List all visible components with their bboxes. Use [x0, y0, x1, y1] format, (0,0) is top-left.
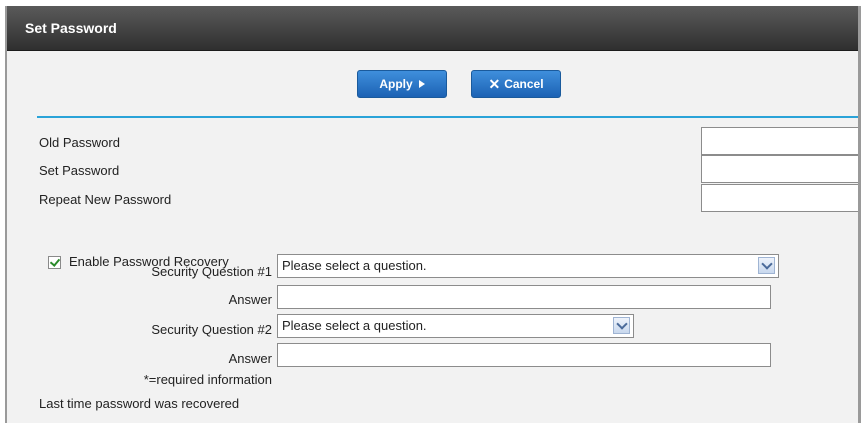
- answer1-field[interactable]: [277, 285, 771, 309]
- set-password-label: Set Password: [39, 163, 120, 178]
- repeat-password-field[interactable]: [701, 184, 858, 212]
- set-password-field[interactable]: [701, 155, 858, 183]
- close-icon: ✕: [488, 76, 501, 92]
- repeat-password-label: Repeat New Password: [39, 192, 172, 207]
- question2-value: Please select a question.: [282, 318, 427, 333]
- title-bar: Set Password: [7, 6, 858, 51]
- cancel-button[interactable]: ✕ Cancel: [471, 70, 561, 98]
- chevron-down-icon[interactable]: [758, 257, 775, 274]
- cancel-label: Cancel: [504, 77, 544, 91]
- required-note: *=required information: [143, 372, 272, 387]
- question1-select[interactable]: Please select a question.: [277, 254, 779, 278]
- answer2-label: Answer: [228, 351, 272, 366]
- window-title: Set Password: [25, 20, 117, 36]
- last-recovered-label: Last time password was recovered: [39, 396, 240, 411]
- play-arrow-icon: [418, 80, 425, 88]
- divider: [37, 116, 858, 118]
- old-password-label: Old Password: [39, 135, 120, 150]
- question2-label: Security Question #2: [151, 322, 272, 337]
- enable-recovery-checkbox[interactable]: [48, 256, 61, 269]
- question1-label: Security Question #1: [151, 264, 272, 279]
- chevron-down-icon[interactable]: [613, 317, 630, 334]
- dialog: Set Password Apply ✕ Cancel Old Password…: [5, 6, 861, 423]
- question1-value: Please select a question.: [282, 258, 427, 273]
- question2-select[interactable]: Please select a question.: [277, 314, 634, 338]
- apply-label: Apply: [379, 77, 413, 91]
- answer2-field[interactable]: [277, 343, 771, 367]
- answer1-label: Answer: [228, 292, 272, 307]
- old-password-field[interactable]: [701, 127, 858, 155]
- apply-button[interactable]: Apply: [357, 70, 447, 98]
